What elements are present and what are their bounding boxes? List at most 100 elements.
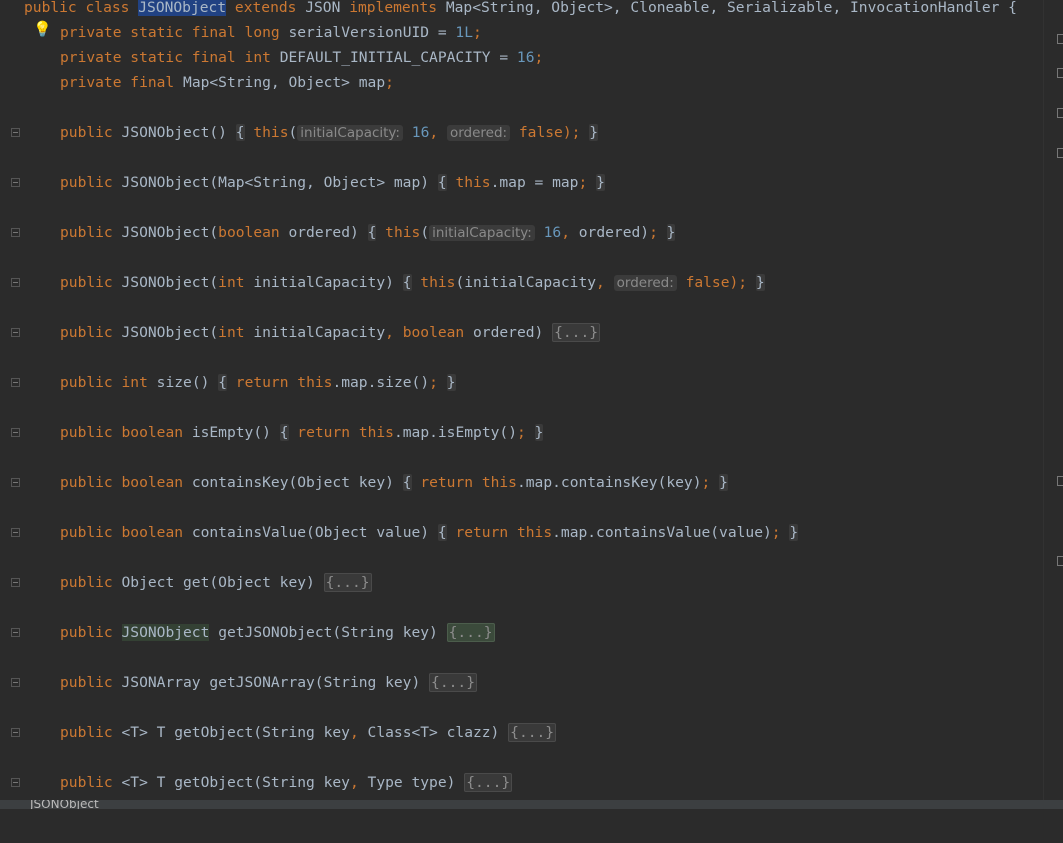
- class-declaration-line[interactable]: public class JSONObject extends JSON imp…: [0, 0, 1043, 20]
- open-brace[interactable]: {: [279, 424, 289, 441]
- method-signature: JSONObject(: [121, 224, 219, 241]
- statement: .map.containsValue(value): [552, 524, 772, 541]
- constructor-line[interactable]: public JSONObject(boolean ordered) { thi…: [0, 221, 1043, 245]
- semicolon: ;: [578, 174, 588, 191]
- param-type: int: [218, 274, 245, 291]
- interfaces-list[interactable]: Map<String, Object>, Cloneable, Serializ…: [446, 0, 1017, 16]
- open-brace[interactable]: {: [402, 474, 412, 491]
- open-brace[interactable]: {: [218, 374, 227, 391]
- folded-body[interactable]: {...}: [429, 673, 477, 692]
- param-type: boolean: [218, 224, 280, 241]
- tool-window-icon[interactable]: [1057, 476, 1063, 486]
- kw-this: this: [358, 424, 394, 441]
- method-line[interactable]: public boolean containsValue(Object valu…: [0, 521, 1043, 545]
- field-value: 1L: [455, 24, 473, 41]
- kw-return: return: [455, 524, 509, 541]
- constructor-line[interactable]: public JSONObject(Map<String, Object> ma…: [0, 171, 1043, 195]
- method-signature: <T> T getObject(String key: [121, 774, 350, 791]
- open-brace[interactable]: {: [367, 224, 377, 241]
- tool-window-icon[interactable]: [1057, 556, 1063, 566]
- kw-this: this: [455, 174, 491, 191]
- method-signature: containsKey(Object key): [191, 474, 394, 491]
- close-brace[interactable]: }: [534, 424, 544, 441]
- method-signature: isEmpty(): [191, 424, 271, 441]
- close-brace[interactable]: }: [666, 224, 676, 241]
- return-type[interactable]: JSONObject: [121, 624, 210, 641]
- method-line[interactable]: public <T> T getObject(String key, Class…: [0, 721, 1043, 745]
- constructor-line[interactable]: public JSONObject(int initialCapacity, b…: [0, 321, 1043, 345]
- kw-this: this: [253, 124, 289, 141]
- method-line[interactable]: public boolean containsKey(Object key) {…: [0, 471, 1043, 495]
- return-type: boolean: [121, 424, 184, 441]
- close-brace[interactable]: }: [596, 174, 605, 191]
- method-line[interactable]: public <T> T getObject(String key, Type …: [0, 771, 1043, 795]
- kw-public: public: [60, 324, 113, 341]
- close-brace[interactable]: }: [446, 374, 456, 391]
- kw-public: public: [60, 374, 113, 391]
- open-brace[interactable]: {: [437, 524, 447, 541]
- parent-class[interactable]: JSON: [305, 0, 340, 16]
- kw-return: return: [420, 474, 474, 491]
- folded-body[interactable]: {...}: [464, 773, 513, 792]
- close-brace[interactable]: }: [719, 474, 728, 491]
- kw-public: public: [60, 274, 113, 291]
- field-line[interactable]: private static final long serialVersionU…: [0, 21, 1043, 45]
- folded-body[interactable]: {...}: [552, 323, 601, 342]
- code-editor[interactable]: public class JSONObject extends JSON imp…: [0, 0, 1043, 809]
- field-line[interactable]: private static final int DEFAULT_INITIAL…: [0, 46, 1043, 70]
- method-line[interactable]: public int size() { return this.map.size…: [0, 371, 1043, 395]
- open-brace[interactable]: {: [402, 274, 412, 291]
- semicolon: ;: [534, 49, 544, 66]
- open-brace[interactable]: {: [437, 174, 447, 191]
- method-signature: JSONObject(Map<String, Object> map): [121, 174, 430, 191]
- semicolon: ;: [649, 224, 658, 241]
- open-brace[interactable]: {: [235, 124, 245, 141]
- bottom-structure-tab[interactable]: JSONObject: [0, 800, 1063, 809]
- kw-return: return: [235, 374, 289, 391]
- close-brace[interactable]: }: [789, 524, 799, 541]
- method-line[interactable]: public JSONObject getJSONObject(String k…: [0, 621, 1043, 645]
- argument: ordered): [569, 224, 650, 241]
- kw-public: public: [60, 724, 113, 741]
- field-line[interactable]: private final Map<String, Object> map;: [0, 71, 1043, 95]
- close-brace[interactable]: }: [589, 124, 598, 141]
- kw-this: this: [297, 374, 333, 391]
- right-tool-strip: [1043, 0, 1063, 809]
- kw-this: this: [420, 274, 456, 291]
- class-name[interactable]: JSONObject: [138, 0, 227, 16]
- field-name: Map<String, Object> map: [183, 74, 386, 91]
- tool-window-icon[interactable]: [1057, 108, 1063, 118]
- param-list: Class<T> clazz): [358, 724, 500, 741]
- method-signature: JSONArray getJSONArray(String key): [121, 674, 421, 691]
- paren: (: [420, 224, 430, 241]
- bottom-tab-label: JSONObject: [30, 800, 99, 809]
- boolean-literal: false: [685, 274, 730, 291]
- folded-body[interactable]: {...}: [323, 573, 372, 592]
- statement: .map = map: [490, 174, 579, 191]
- kw-public: public: [60, 174, 113, 191]
- statement: .map.containsKey(key): [516, 474, 702, 491]
- method-line[interactable]: public boolean isEmpty() { return this.m…: [0, 421, 1043, 445]
- statement: .map.isEmpty(): [393, 424, 517, 441]
- tool-window-icon[interactable]: [1057, 68, 1063, 78]
- param-name: initialCapacity): [244, 274, 394, 291]
- method-signature: <T> T getObject(String key: [121, 724, 350, 741]
- method-line[interactable]: public JSONArray getJSONArray(String key…: [0, 671, 1043, 695]
- tool-window-icon[interactable]: [1057, 34, 1063, 44]
- param-type: int: [218, 324, 245, 341]
- close-brace[interactable]: }: [755, 274, 765, 291]
- semicolon: ;: [771, 524, 781, 541]
- semicolon: ;: [473, 24, 482, 41]
- constructor-line[interactable]: public JSONObject() { this(initialCapaci…: [0, 121, 1043, 145]
- field-value: 16: [516, 49, 535, 66]
- boolean-literal: false: [518, 124, 563, 141]
- constructor-line[interactable]: public JSONObject(int initialCapacity) {…: [0, 271, 1043, 295]
- folded-body[interactable]: {...}: [446, 623, 495, 642]
- kw-public: public: [60, 574, 113, 591]
- tool-window-icon[interactable]: [1057, 148, 1063, 158]
- comma: ,: [596, 274, 605, 291]
- comma: ,: [429, 124, 439, 141]
- folded-body[interactable]: {...}: [508, 723, 557, 742]
- method-line[interactable]: public Object get(Object key) {...}: [0, 571, 1043, 595]
- parameter-hint: initialCapacity:: [429, 225, 535, 241]
